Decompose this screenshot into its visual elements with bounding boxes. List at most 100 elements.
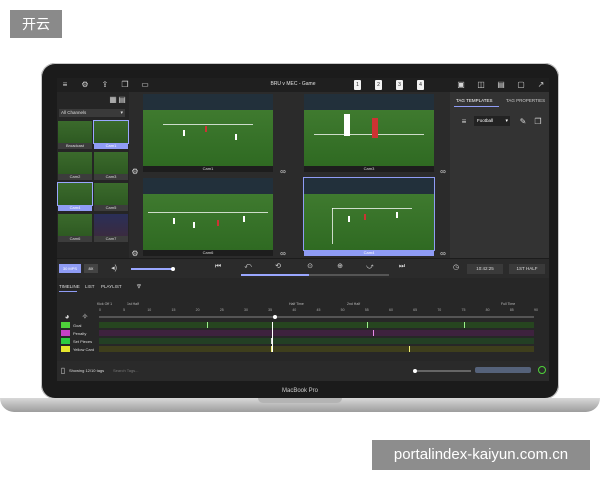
tag-chip-2[interactable]: 2 bbox=[375, 80, 382, 90]
clock-icon[interactable]: ◷ bbox=[451, 264, 461, 272]
edit-icon[interactable]: ✎ bbox=[519, 118, 527, 126]
video-player-cam4[interactable] bbox=[303, 177, 435, 251]
settings-icon[interactable]: ⚙ bbox=[131, 250, 139, 258]
camera-label: Cam2 bbox=[58, 174, 92, 180]
tag-chip-4[interactable]: 4 bbox=[417, 80, 424, 90]
channel-select[interactable]: All Channels ▾ bbox=[59, 109, 125, 117]
rewind-icon[interactable]: ⤺ bbox=[243, 263, 253, 271]
camera-thumb-cam6[interactable] bbox=[58, 214, 92, 236]
template-select[interactable]: Football ▾ bbox=[474, 116, 510, 126]
tag-event[interactable] bbox=[207, 322, 208, 328]
track-penalty[interactable] bbox=[99, 330, 534, 336]
volume-knob[interactable] bbox=[171, 267, 175, 271]
zoom-knob[interactable] bbox=[413, 369, 417, 373]
timeline-playhead[interactable] bbox=[273, 315, 277, 319]
search-tags-input[interactable]: Search Tags... bbox=[113, 368, 139, 373]
pitch-line bbox=[332, 208, 412, 209]
track-name: Penalty bbox=[73, 331, 87, 336]
tag-event[interactable] bbox=[367, 322, 368, 328]
player-figure bbox=[173, 218, 175, 224]
track-set-pieces[interactable] bbox=[99, 338, 534, 344]
settings-icon[interactable]: ⚙ bbox=[131, 168, 139, 176]
skip-forward-icon[interactable]: ⏭ bbox=[397, 263, 407, 271]
link-icon[interactable]: ∞ bbox=[439, 168, 447, 176]
gear-icon[interactable]: ⚙ bbox=[81, 81, 89, 89]
zoom-slider[interactable] bbox=[417, 370, 471, 372]
list-icon[interactable]: ≡ bbox=[460, 118, 468, 126]
video-label: Cam1 bbox=[143, 166, 273, 172]
grid-icon[interactable]: ▦ bbox=[109, 96, 117, 104]
record-icon[interactable]: ▤ bbox=[497, 81, 505, 89]
tab-tag-properties[interactable]: TAG PROPERTIES bbox=[506, 98, 545, 103]
timeline-tick-label: 10 bbox=[147, 308, 152, 312]
forward-icon[interactable]: ⊕ bbox=[335, 263, 345, 271]
app-screen: ≡ ⚙ ⇪ ❐ ▭ BRU v MEC - Game 1 2 3 4 ▣ ◫ ▤… bbox=[57, 78, 549, 381]
video-player-cam3[interactable] bbox=[304, 94, 434, 166]
zoom-range[interactable] bbox=[475, 367, 531, 373]
player-figure bbox=[372, 118, 378, 138]
scrub-progress bbox=[241, 274, 309, 276]
camera-thumb-cam2[interactable] bbox=[58, 152, 92, 174]
camera-thumb-cam7[interactable] bbox=[94, 214, 128, 236]
volume-slider[interactable] bbox=[131, 268, 173, 270]
track-name: Set Pieces bbox=[73, 339, 93, 344]
tag-event[interactable] bbox=[373, 330, 374, 336]
camera-label: Cam1 bbox=[94, 143, 128, 149]
link-icon[interactable]: ∞ bbox=[279, 168, 287, 176]
layout-toggle-icon[interactable]: ▤ bbox=[118, 96, 126, 104]
layout-icon[interactable]: ▢ bbox=[517, 81, 525, 89]
status-bar: ▯ Showing 12/10 tags Search Tags... bbox=[57, 361, 549, 381]
link-icon[interactable]: ∞ bbox=[439, 250, 447, 258]
timeline-tick-label: 75 bbox=[461, 308, 466, 312]
speed-button[interactable]: 8X bbox=[84, 264, 98, 273]
volume-icon[interactable]: ◂) bbox=[109, 265, 119, 273]
copy-icon[interactable]: ❐ bbox=[121, 81, 129, 89]
copy-icon[interactable]: ❐ bbox=[534, 118, 542, 126]
upload-icon[interactable]: ⇪ bbox=[101, 81, 109, 89]
pip-icon[interactable]: ◫ bbox=[477, 81, 485, 89]
timeline-scrubber[interactable] bbox=[99, 316, 534, 318]
camera-thumb-cam5[interactable] bbox=[94, 183, 128, 205]
tag-event[interactable] bbox=[409, 346, 410, 352]
camera-thumb-cam4[interactable] bbox=[57, 182, 93, 206]
track-goal[interactable] bbox=[99, 322, 534, 328]
player-figure bbox=[348, 216, 350, 222]
menu-icon[interactable]: ≡ bbox=[61, 81, 69, 89]
tab-playlist[interactable]: PLAYLIST bbox=[101, 284, 122, 289]
tag-chip-1[interactable]: 1 bbox=[354, 80, 361, 90]
play-icon[interactable]: ⊙ bbox=[305, 263, 315, 271]
timeline-tick-label: 40 bbox=[292, 308, 297, 312]
camera-thumb-cam3[interactable] bbox=[94, 152, 128, 174]
tab-tag-templates[interactable]: TAG TEMPLATES bbox=[456, 98, 493, 103]
filter-icon[interactable]: ⩔ bbox=[135, 282, 143, 290]
tab-timeline[interactable]: TIMELINE bbox=[59, 284, 80, 289]
skip-back-icon[interactable]: ⏮ bbox=[213, 263, 223, 271]
tag-chip-3[interactable]: 3 bbox=[396, 80, 403, 90]
tag-event[interactable] bbox=[464, 322, 465, 328]
external-link-icon[interactable]: ↗ bbox=[537, 81, 545, 89]
loop-icon[interactable]: ⟲ bbox=[273, 263, 283, 271]
link-icon[interactable]: ∞ bbox=[279, 250, 287, 258]
status-indicator-icon bbox=[538, 366, 546, 374]
window-icon[interactable]: ▣ bbox=[457, 81, 465, 89]
camera-label: Cam4 bbox=[58, 205, 92, 211]
track-yellow-card[interactable] bbox=[99, 346, 534, 352]
template-select-value: Football bbox=[477, 118, 494, 123]
tab-list[interactable]: LIST bbox=[85, 284, 95, 289]
magic-icon[interactable]: ✧ bbox=[81, 313, 89, 321]
time-display: 10:42:25 bbox=[467, 264, 503, 274]
video-player-cam1[interactable] bbox=[143, 94, 273, 166]
video-player-cam6[interactable] bbox=[143, 178, 273, 250]
screen-icon[interactable]: ▭ bbox=[141, 81, 149, 89]
player-figure bbox=[243, 216, 245, 222]
camera-thumb-cam1[interactable] bbox=[93, 120, 129, 144]
fps-button[interactable]: 30 MPS bbox=[59, 264, 81, 273]
camera-thumb-broadcast[interactable] bbox=[58, 121, 92, 143]
timeline-tick-label: 45 bbox=[316, 308, 321, 312]
tag-count: Showing 12/10 tags bbox=[69, 368, 105, 373]
video-label: Cam4 bbox=[304, 250, 434, 256]
half-button[interactable]: 1ST HALF bbox=[509, 264, 545, 274]
palette-icon[interactable]: ◕ bbox=[63, 313, 71, 321]
timeline-marker: 1st Half bbox=[127, 302, 139, 306]
fast-forward-icon[interactable]: ⤻ bbox=[365, 263, 375, 271]
